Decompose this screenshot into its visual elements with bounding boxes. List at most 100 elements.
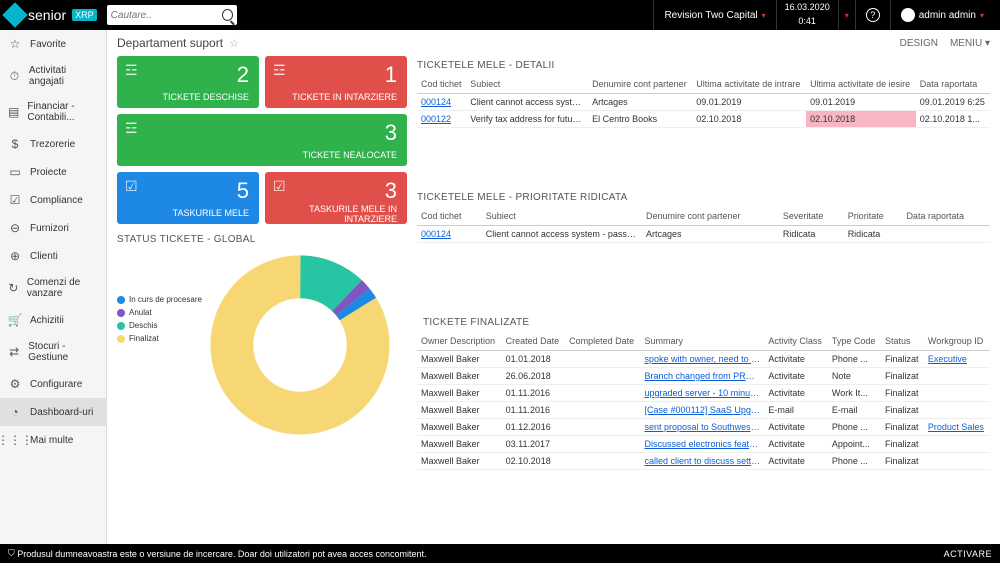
ticket-id-link[interactable]: 000124 [417,226,482,243]
datetime[interactable]: 16.03.2020 0:41 [776,0,838,30]
column-header[interactable]: Summary [641,332,765,351]
column-header[interactable]: Completed Date [565,332,640,351]
logo-icon [2,2,27,27]
table-row[interactable]: Maxwell Baker01.12.2016sent proposal to … [417,419,990,436]
legend-label: Anulat [129,308,152,317]
column-header[interactable]: Ultima activitate de intrare [692,75,806,94]
search-icon[interactable] [222,9,233,21]
table-row[interactable]: Maxwell Baker01.11.2016[Case #000112] Sa… [417,402,990,419]
sidebar-item-compliance[interactable]: ☑Compliance [0,186,106,214]
sidebar-item-configurare[interactable]: ⚙Configurare [0,370,106,398]
search-input[interactable] [111,10,222,21]
column-header[interactable]: Subiect [466,75,588,94]
column-header[interactable]: Status [881,332,924,351]
column-header[interactable]: Owner Description [417,332,502,351]
chart-title: STATUS TICKETE - GLOBAL [117,234,407,245]
workgroup-link[interactable]: Product Sales [924,419,990,436]
sidebar-item-favorite[interactable]: ☆Favorite [0,30,106,58]
column-header[interactable]: Data raportata [916,75,990,94]
column-header[interactable]: Created Date [502,332,566,351]
ticket-id-link[interactable]: 000122 [417,111,466,128]
tile-taskurile-mele[interactable]: ☑5TASKURILE MELE [117,172,259,224]
column-header[interactable]: Prioritate [844,207,903,226]
sidebar-item-proiecte[interactable]: ▭Proiecte [0,158,106,186]
column-header[interactable]: Activity Class [764,332,827,351]
cell: Client cannot access system - password [466,94,588,111]
tile-tickete-in-intarziere[interactable]: ☲1TICKETE IN INTARZIERE [265,56,407,108]
summary-link[interactable]: [Case #000112] SaaS Upgrade requested [641,402,765,419]
column-header[interactable]: Workgroup ID [924,332,990,351]
table-row[interactable]: Maxwell Baker01.01.2018spoke with owner,… [417,351,990,368]
tile-tickete-nealocate[interactable]: ☲3TICKETE NEALOCATE [117,114,407,166]
finalized-table: Owner DescriptionCreated DateCompleted D… [417,332,990,470]
cell: Finalizat [881,402,924,419]
menu-button[interactable]: MENIU ▾ [950,38,990,49]
cell [565,436,640,453]
table-row[interactable]: Maxwell Baker03.11.2017Discussed electro… [417,436,990,453]
topbar: senior XRP Revision Two Capital ▾ 16.03.… [0,0,1000,30]
column-header[interactable]: Severitate [779,207,844,226]
ticket-id-link[interactable]: 000124 [417,94,466,111]
summary-link[interactable]: called client to discuss setting up a US… [641,453,765,470]
cell: Ridicata [779,226,844,243]
favorite-star-icon[interactable]: ☆ [229,37,239,50]
summary-link[interactable]: sent proposal to Southwest food [641,419,765,436]
summary-link[interactable]: Branch changed from PRODWHOLE to P... [641,368,765,385]
sidebar-item-achizitii[interactable]: 🛒Achizitii [0,306,106,334]
user-menu[interactable]: admin admin ▾ [890,0,994,30]
sidebar-item-furnizori[interactable]: ⊖Furnizori [0,214,106,242]
cell: Phone ... [828,453,881,470]
summary-link[interactable]: spoke with owner, need to work on exclus… [641,351,765,368]
column-header[interactable]: Cod tichet [417,207,482,226]
tile-icon: ☑ [125,178,138,195]
user-icon [901,8,915,22]
sidebar-item-stocuri-gestiune[interactable]: ⇄Stocuri - Gestiune [0,334,106,370]
column-header[interactable]: Denumire cont partener [642,207,779,226]
search-box[interactable] [107,5,237,25]
cell: Client cannot access system - password [482,226,642,243]
table-row[interactable]: 000124Client cannot access system - pass… [417,94,990,111]
sidebar-icon: ⊖ [8,221,22,235]
sidebar-item-activitati-angajati[interactable]: ⏱Activitati angajati [0,58,106,94]
sidebar-item-trezorerie[interactable]: $Trezorerie [0,130,106,158]
column-header[interactable]: Data raportata [902,207,990,226]
cell: 01.11.2016 [502,385,566,402]
cell: 26.06.2018 [502,368,566,385]
summary-link[interactable]: Discussed electronics features and capab… [641,436,765,453]
activate-button[interactable]: ACTIVARE [944,549,992,559]
cell [565,402,640,419]
column-header[interactable]: Subiect [482,207,642,226]
column-header[interactable]: Cod tichet [417,75,466,94]
tile-tickete-deschise[interactable]: ☲2TICKETE DESCHISE [117,56,259,108]
sidebar-item-financiar-contabili-[interactable]: ▤Financiar - Contabili... [0,94,106,130]
sidebar-item-clienti[interactable]: ⊕Clienti [0,242,106,270]
table-row[interactable]: Maxwell Baker02.10.2018called client to … [417,453,990,470]
table-row[interactable]: Maxwell Baker01.11.2016upgraded server -… [417,385,990,402]
tile-label: TICKETE IN INTARZIERE [275,92,397,102]
cell: Finalizat [881,385,924,402]
sidebar-label: Trezorerie [30,139,75,150]
help-button[interactable]: ? [855,0,890,30]
sidebar-item-dashboard-uri[interactable]: ◔Dashboard-uri [0,398,106,426]
column-header[interactable]: Denumire cont partener [588,75,692,94]
company-selector[interactable]: Revision Two Capital ▾ [653,0,775,30]
cell: Maxwell Baker [417,351,502,368]
sidebar-item-mai-multe[interactable]: ⋮⋮⋮Mai multe [0,426,106,454]
design-button[interactable]: DESIGN [900,38,938,49]
cell: El Centro Books [588,111,692,128]
page-actions: DESIGN MENIU ▾ [900,38,990,49]
page-title: Departament suport [117,36,223,50]
table-row[interactable]: 000122Verify tax address for future orde… [417,111,990,128]
column-header[interactable]: Ultima activitate de iesire [806,75,916,94]
sidebar-item-comenzi-de-vanzare[interactable]: ↻Comenzi de vanzare [0,270,106,306]
datetime-chevron[interactable]: ▾ [838,0,855,30]
workgroup-link[interactable]: Executive [924,351,990,368]
summary-link[interactable]: upgraded server - 10 minute process [641,385,765,402]
cell: Work It... [828,385,881,402]
table-row[interactable]: 000124Client cannot access system - pass… [417,226,990,243]
user-name: admin admin [919,10,976,21]
tile-taskurile-mele-in-intarziere[interactable]: ☑3TASKURILE MELE IN INTARZIERE [265,172,407,224]
column-header[interactable]: Type Code [828,332,881,351]
sidebar-icon: 🛒 [8,313,22,327]
table-row[interactable]: Maxwell Baker26.06.2018Branch changed fr… [417,368,990,385]
